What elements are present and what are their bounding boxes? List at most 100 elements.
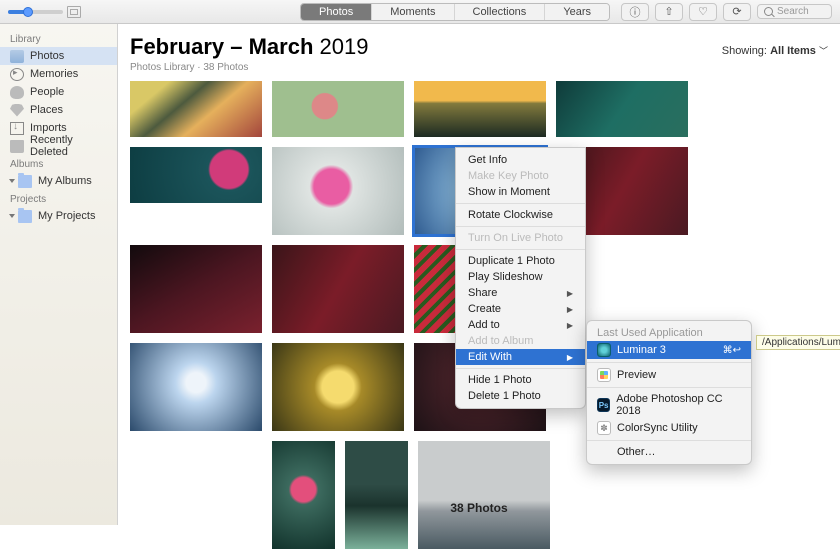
sidebar: Library Photos Memories People Places Im… bbox=[0, 24, 118, 525]
photo-thumb[interactable] bbox=[272, 147, 404, 235]
info-button[interactable]: ⓘ bbox=[621, 3, 649, 21]
sidebar-item-my-albums[interactable]: My Albums bbox=[0, 172, 117, 190]
sidebar-item-label: Places bbox=[30, 104, 63, 116]
ctx-play-slideshow[interactable]: Play Slideshow bbox=[456, 269, 585, 285]
trash-icon bbox=[10, 140, 24, 153]
photo-thumb[interactable] bbox=[272, 343, 404, 431]
sidebar-item-label: Memories bbox=[30, 68, 78, 80]
sidebar-item-my-projects[interactable]: My Projects bbox=[0, 207, 117, 225]
segment-collections[interactable]: Collections bbox=[455, 4, 546, 20]
context-menu: Get Info Make Key Photo Show in Moment R… bbox=[455, 147, 586, 409]
memories-icon bbox=[10, 68, 24, 81]
submenu-colorsync[interactable]: ColorSync Utility bbox=[587, 419, 751, 437]
share-button[interactable]: ⇧ bbox=[655, 3, 683, 21]
sidebar-header-library: Library bbox=[0, 30, 117, 47]
search-icon bbox=[764, 7, 773, 16]
ctx-add-to[interactable]: Add to bbox=[456, 317, 585, 333]
ctx-edit-with[interactable]: Edit With bbox=[456, 349, 585, 365]
ctx-create[interactable]: Create bbox=[456, 301, 585, 317]
toolbar: Photos Moments Collections Years ⓘ ⇧ ♡ ⟳… bbox=[0, 0, 840, 24]
disclosure-icon[interactable] bbox=[9, 179, 15, 183]
ctx-turn-on-live-photo: Turn On Live Photo bbox=[456, 230, 585, 246]
luminar-icon bbox=[597, 343, 611, 357]
ctx-separator bbox=[587, 387, 751, 388]
submenu-item-label: Preview bbox=[617, 369, 656, 381]
toolbar-left bbox=[8, 6, 120, 18]
sidebar-item-label: My Albums bbox=[38, 175, 92, 187]
photo-thumb[interactable] bbox=[272, 441, 335, 549]
chevron-down-icon: ﹀ bbox=[819, 46, 828, 56]
folder-icon bbox=[18, 175, 32, 188]
ctx-make-key-photo: Make Key Photo bbox=[456, 168, 585, 184]
ctx-separator bbox=[456, 249, 585, 250]
sidebar-item-label: Recently Deleted bbox=[30, 134, 107, 158]
view-segment: Photos Moments Collections Years bbox=[300, 3, 610, 21]
showing-value: All Items bbox=[770, 45, 816, 57]
edit-with-submenu: Last Used Application Luminar 3 ⌘↩ Previ… bbox=[586, 320, 752, 465]
photo-thumb[interactable] bbox=[414, 81, 546, 137]
submenu-item-label: ColorSync Utility bbox=[617, 422, 698, 434]
photo-thumb[interactable] bbox=[418, 441, 550, 549]
sidebar-header-projects: Projects bbox=[0, 190, 117, 207]
ctx-rotate-clockwise[interactable]: Rotate Clockwise bbox=[456, 207, 585, 223]
rotate-button[interactable]: ⟳ bbox=[723, 3, 751, 21]
ctx-add-to-album: Add to Album bbox=[456, 333, 585, 349]
photo-thumb[interactable] bbox=[272, 245, 404, 333]
fullscreen-icon[interactable] bbox=[67, 6, 81, 18]
photo-thumb[interactable] bbox=[130, 343, 262, 431]
photo-thumb[interactable] bbox=[130, 81, 262, 137]
ctx-delete-photo[interactable]: Delete 1 Photo bbox=[456, 388, 585, 404]
title-range: February – March bbox=[130, 34, 313, 59]
sidebar-item-label: Imports bbox=[30, 122, 67, 134]
footer-count: 38 Photos bbox=[450, 501, 507, 515]
ctx-separator bbox=[456, 203, 585, 204]
photo-grid: Get Info Make Key Photo Show in Moment R… bbox=[130, 81, 828, 549]
sidebar-item-places[interactable]: Places bbox=[0, 101, 117, 119]
submenu-item-label: Luminar 3 bbox=[617, 344, 666, 356]
ctx-separator bbox=[456, 368, 585, 369]
segment-moments[interactable]: Moments bbox=[372, 4, 454, 20]
photo-thumb[interactable] bbox=[345, 441, 408, 549]
sidebar-item-label: My Projects bbox=[38, 210, 95, 222]
disclosure-icon[interactable] bbox=[9, 214, 15, 218]
ctx-get-info[interactable]: Get Info bbox=[456, 152, 585, 168]
search-field[interactable]: Search bbox=[757, 4, 832, 19]
segment-years[interactable]: Years bbox=[545, 4, 609, 20]
preview-icon bbox=[597, 368, 611, 382]
title-year: 2019 bbox=[320, 34, 369, 59]
ctx-show-in-moment[interactable]: Show in Moment bbox=[456, 184, 585, 200]
sidebar-item-label: Photos bbox=[30, 50, 64, 62]
subtitle: Photos Library · 38 Photos bbox=[130, 62, 828, 73]
toolbar-right: ⓘ ⇧ ♡ ⟳ Search bbox=[621, 3, 832, 21]
zoom-slider[interactable] bbox=[8, 10, 63, 14]
search-placeholder: Search bbox=[777, 6, 809, 17]
photo-thumb[interactable] bbox=[130, 245, 262, 333]
photo-thumb[interactable] bbox=[130, 147, 262, 203]
photo-thumb[interactable] bbox=[556, 81, 688, 137]
submenu-item-label: Other… bbox=[617, 446, 656, 458]
photoshop-icon: Ps bbox=[597, 398, 610, 412]
sidebar-item-label: People bbox=[30, 86, 64, 98]
favorite-button[interactable]: ♡ bbox=[689, 3, 717, 21]
photo-thumb[interactable] bbox=[272, 81, 404, 137]
submenu-photoshop[interactable]: Ps Adobe Photoshop CC 2018 bbox=[587, 391, 751, 419]
submenu-preview[interactable]: Preview bbox=[587, 366, 751, 384]
segment-photos[interactable]: Photos bbox=[301, 4, 372, 20]
ctx-duplicate[interactable]: Duplicate 1 Photo bbox=[456, 253, 585, 269]
showing-label: Showing: bbox=[722, 45, 767, 57]
submenu-luminar[interactable]: Luminar 3 ⌘↩ bbox=[587, 341, 751, 359]
sidebar-item-people[interactable]: People bbox=[0, 83, 117, 101]
ctx-hide-photo[interactable]: Hide 1 Photo bbox=[456, 372, 585, 388]
submenu-header: Last Used Application bbox=[587, 325, 751, 341]
submenu-other[interactable]: Other… bbox=[587, 444, 751, 460]
sidebar-item-memories[interactable]: Memories bbox=[0, 65, 117, 83]
sidebar-item-recently-deleted[interactable]: Recently Deleted bbox=[0, 137, 117, 155]
page-title: February – March 2019 bbox=[130, 34, 368, 60]
imports-icon bbox=[10, 122, 24, 135]
photo-thumb-selected[interactable]: Get Info Make Key Photo Show in Moment R… bbox=[414, 147, 546, 235]
submenu-item-label: Adobe Photoshop CC 2018 bbox=[616, 393, 741, 417]
sidebar-item-photos[interactable]: Photos bbox=[0, 47, 117, 65]
ctx-share[interactable]: Share bbox=[456, 285, 585, 301]
ctx-separator bbox=[587, 362, 751, 363]
showing-filter[interactable]: Showing: All Items ﹀ bbox=[722, 44, 828, 57]
